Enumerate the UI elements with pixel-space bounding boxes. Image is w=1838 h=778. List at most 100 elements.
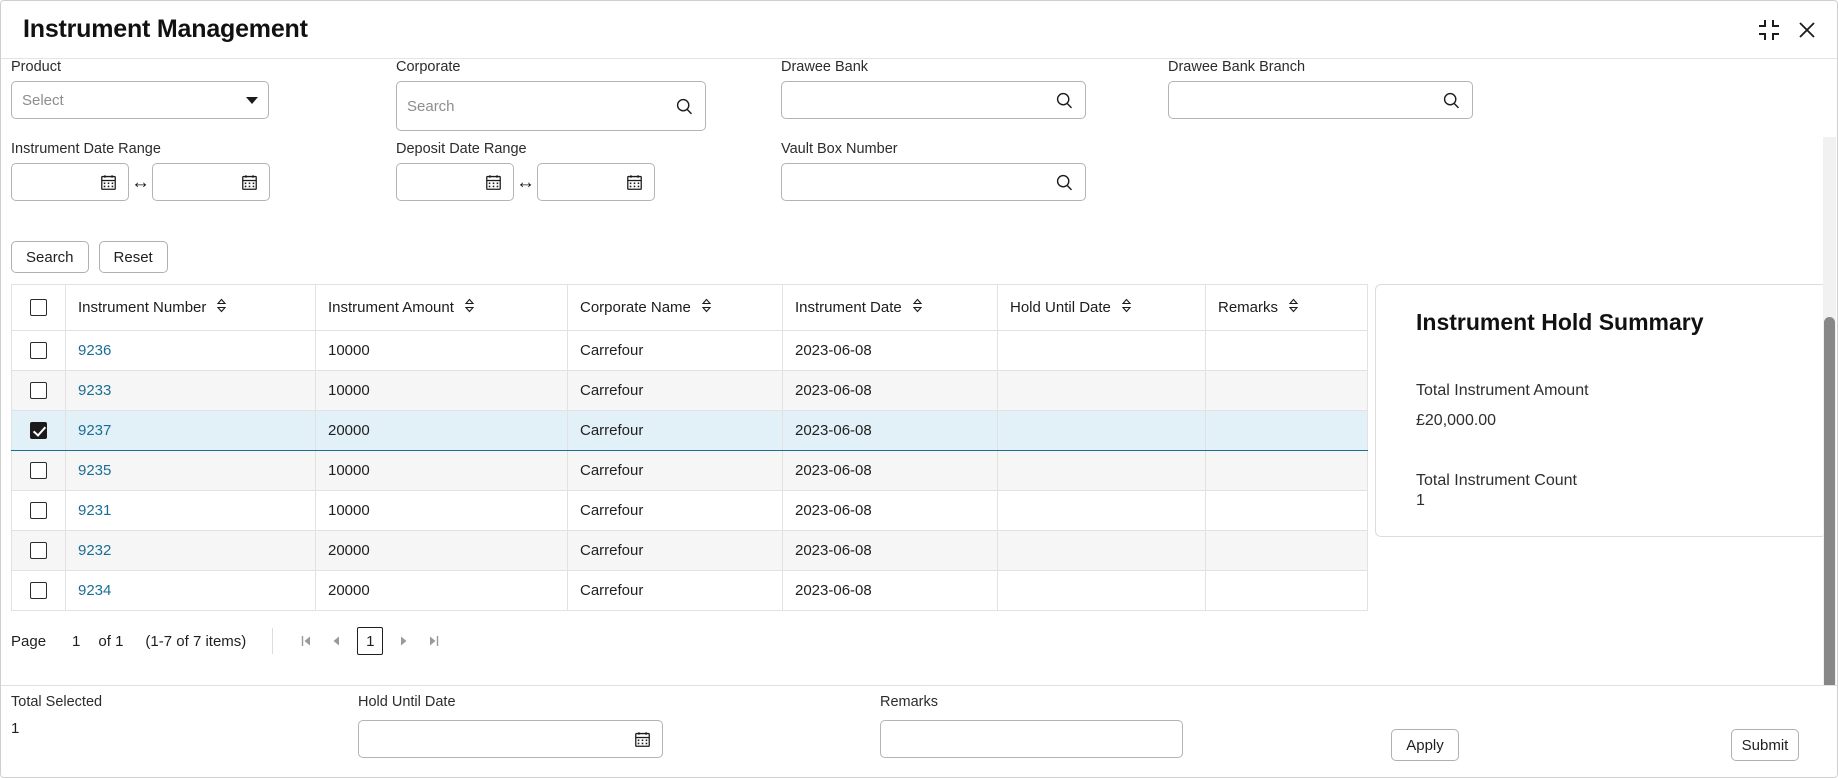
row-select-cell[interactable] <box>12 331 66 371</box>
hold-until-date-input[interactable] <box>358 720 663 758</box>
instrument-number-link[interactable]: 9233 <box>78 382 111 399</box>
deposit-date-range-label: Deposit Date Range <box>396 141 655 157</box>
instrument-number-link[interactable]: 9231 <box>78 502 111 519</box>
row-select-cell[interactable] <box>12 491 66 531</box>
row-select-cell[interactable] <box>12 411 66 451</box>
instrument-date-to-input[interactable] <box>152 163 270 201</box>
row-checkbox[interactable] <box>30 422 47 439</box>
drawee-bank-input[interactable] <box>781 81 1086 119</box>
col-remarks[interactable]: Remarks <box>1206 285 1368 331</box>
filter-actions: Search Reset <box>11 241 168 273</box>
total-instrument-count-label: Total Instrument Count <box>1416 472 1792 490</box>
last-page-icon[interactable] <box>419 627 449 655</box>
row-checkbox[interactable] <box>30 462 47 479</box>
cell-hold-until-date <box>998 331 1206 371</box>
first-page-icon[interactable] <box>291 627 321 655</box>
page-items-label: (1-7 of 7 items) <box>145 633 246 650</box>
instrument-date-range-control: ↔ <box>11 163 270 201</box>
instrument-date-from-input[interactable] <box>11 163 129 201</box>
search-icon <box>1441 90 1462 111</box>
sort-chevrons-icon[interactable] <box>1288 298 1299 317</box>
instrument-number-link[interactable]: 9232 <box>78 542 111 559</box>
deposit-date-from-input[interactable] <box>396 163 514 201</box>
drawee-bank-branch-input[interactable] <box>1168 81 1473 119</box>
cell-corporate-name: Carrefour <box>568 571 783 611</box>
table-row[interactable]: 923420000Carrefour2023-06-08 <box>12 571 1368 611</box>
submit-group: Submit <box>1731 729 1799 761</box>
cell-remarks <box>1206 451 1368 491</box>
vault-box-number-input[interactable] <box>781 163 1086 201</box>
table-row[interactable]: 923720000Carrefour2023-06-08 <box>12 411 1368 451</box>
product-select[interactable]: Select <box>11 81 269 119</box>
sort-chevrons-icon[interactable] <box>464 298 475 317</box>
cell-instrument-number: 9233 <box>66 371 316 411</box>
col-instrument-amount[interactable]: Instrument Amount <box>316 285 568 331</box>
next-page-icon[interactable] <box>389 627 419 655</box>
col-hold-until-date[interactable]: Hold Until Date <box>998 285 1206 331</box>
row-select-cell[interactable] <box>12 451 66 491</box>
deposit-date-range-control: ↔ <box>396 163 655 201</box>
vault-box-number-label: Vault Box Number <box>781 141 1086 157</box>
sort-chevrons-icon[interactable] <box>912 298 923 317</box>
cell-corporate-name: Carrefour <box>568 371 783 411</box>
col-instrument-number[interactable]: Instrument Number <box>66 285 316 331</box>
cell-instrument-amount: 20000 <box>316 411 568 451</box>
calendar-icon <box>484 173 503 192</box>
row-select-cell[interactable] <box>12 531 66 571</box>
window-controls <box>1759 18 1819 42</box>
instrument-hold-summary-card: Instrument Hold Summary Total Instrument… <box>1375 284 1827 537</box>
collapse-corners-icon[interactable] <box>1759 20 1779 40</box>
cell-corporate-name: Carrefour <box>568 451 783 491</box>
submit-button[interactable]: Submit <box>1731 729 1799 761</box>
select-all-checkbox[interactable] <box>30 299 47 316</box>
window-titlebar: Instrument Management <box>1 1 1837 59</box>
deposit-date-to-input[interactable] <box>537 163 655 201</box>
remarks-input[interactable] <box>880 720 1183 758</box>
total-instrument-amount-value: £20,000.00 <box>1416 412 1792 430</box>
table-row[interactable]: 923220000Carrefour2023-06-08 <box>12 531 1368 571</box>
row-checkbox[interactable] <box>30 502 47 519</box>
current-page-button[interactable]: 1 <box>357 627 383 655</box>
vertical-scrollbar-track[interactable] <box>1823 137 1836 777</box>
close-icon[interactable] <box>1795 18 1819 42</box>
filter-deposit-date-range: Deposit Date Range ↔ <box>396 141 655 201</box>
cell-instrument-number: 9232 <box>66 531 316 571</box>
instrument-number-link[interactable]: 9236 <box>78 342 111 359</box>
cell-hold-until-date <box>998 371 1206 411</box>
sort-chevrons-icon[interactable] <box>1121 298 1132 317</box>
row-select-cell[interactable] <box>12 371 66 411</box>
cell-corporate-name: Carrefour <box>568 531 783 571</box>
row-checkbox[interactable] <box>30 582 47 599</box>
sort-chevrons-icon[interactable] <box>216 298 227 317</box>
table-row[interactable]: 923110000Carrefour2023-06-08 <box>12 491 1368 531</box>
search-button[interactable]: Search <box>11 241 89 273</box>
corporate-search-input[interactable]: Search <box>396 81 706 131</box>
row-checkbox[interactable] <box>30 542 47 559</box>
table-row[interactable]: 923310000Carrefour2023-06-08 <box>12 371 1368 411</box>
cell-hold-until-date <box>998 571 1206 611</box>
instrument-table-wrapper: Instrument Number Instrument Amount Corp… <box>11 284 1367 611</box>
row-select-cell[interactable] <box>12 571 66 611</box>
instrument-number-link[interactable]: 9234 <box>78 582 111 599</box>
cell-instrument-date: 2023-06-08 <box>783 411 998 451</box>
col-remarks-label: Remarks <box>1218 299 1278 316</box>
prev-page-icon[interactable] <box>321 627 351 655</box>
col-instrument-date[interactable]: Instrument Date <box>783 285 998 331</box>
reset-button[interactable]: Reset <box>99 241 168 273</box>
instrument-number-link[interactable]: 9237 <box>78 422 111 439</box>
apply-button[interactable]: Apply <box>1391 729 1459 761</box>
summary-title: Instrument Hold Summary <box>1416 309 1792 336</box>
corporate-label: Corporate <box>396 59 706 75</box>
cell-hold-until-date <box>998 411 1206 451</box>
instrument-number-link[interactable]: 9235 <box>78 462 111 479</box>
page-title: Instrument Management <box>23 15 1759 44</box>
cell-instrument-amount: 20000 <box>316 531 568 571</box>
table-row[interactable]: 923610000Carrefour2023-06-08 <box>12 331 1368 371</box>
sort-chevrons-icon[interactable] <box>701 298 712 317</box>
page-number: 1 <box>72 633 80 650</box>
table-row[interactable]: 923510000Carrefour2023-06-08 <box>12 451 1368 491</box>
search-icon <box>1054 90 1075 111</box>
row-checkbox[interactable] <box>30 342 47 359</box>
row-checkbox[interactable] <box>30 382 47 399</box>
col-corporate-name[interactable]: Corporate Name <box>568 285 783 331</box>
